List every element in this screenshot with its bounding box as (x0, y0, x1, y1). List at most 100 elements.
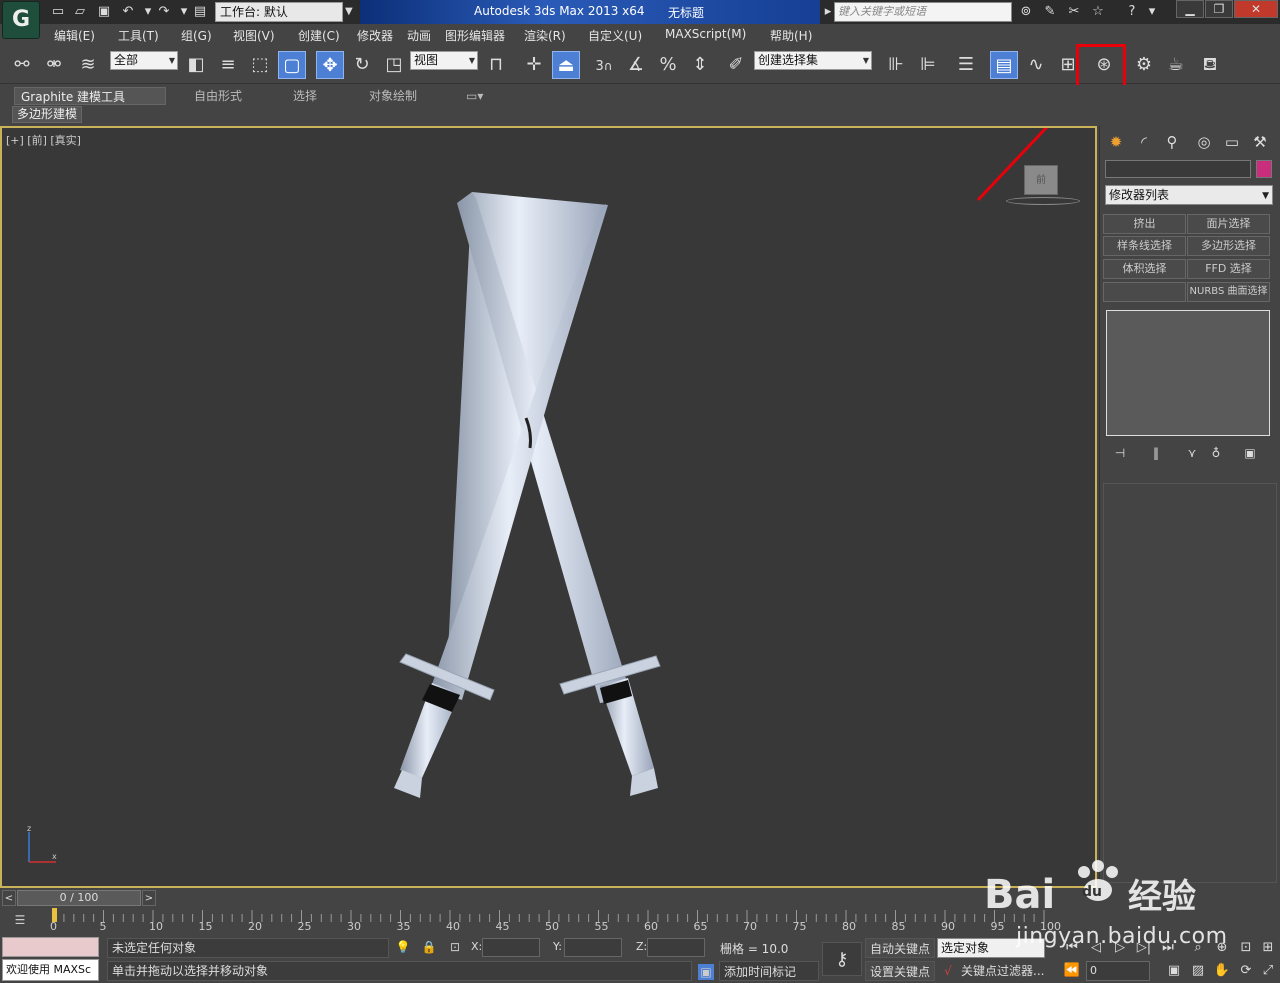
modifier-list-dropdown[interactable]: 修改器列表 (1105, 185, 1273, 205)
menu-modifiers[interactable]: 修改器 (357, 27, 393, 44)
patch-select-button[interactable]: 面片选择 (1187, 214, 1270, 234)
menu-group[interactable]: 组(G) (181, 27, 212, 44)
undo-icon[interactable]: ↶ (120, 4, 136, 20)
pivot-center-icon[interactable]: ⊓ (482, 51, 510, 79)
zoom-extents-icon[interactable]: ⊡ (1236, 938, 1256, 958)
bind-space-warp-icon[interactable]: ≋ (74, 51, 102, 79)
current-frame-input[interactable]: 0 (1086, 961, 1150, 981)
search-input[interactable]: 键入关键字或短语 (834, 2, 1012, 22)
angle-snap-icon[interactable]: ∡ (622, 51, 650, 79)
maximize-button[interactable]: ❐ (1205, 0, 1233, 18)
new-file-icon[interactable]: ▭ (50, 4, 66, 20)
auto-key-button[interactable]: 自动关键点 (865, 938, 935, 958)
spline-select-button[interactable]: 样条线选择 (1103, 236, 1186, 256)
tab-freeform[interactable]: 自由形式 (188, 87, 248, 105)
spinner-snap-icon[interactable]: ⇕ (686, 51, 714, 79)
edit-named-selection-icon[interactable]: ✐ (722, 51, 750, 79)
modify-panel-icon[interactable]: ◜ (1132, 130, 1156, 154)
front-viewport[interactable]: [+] [前] [真实] 前 z x (0, 126, 1097, 888)
time-slider-next-icon[interactable]: > (142, 890, 156, 906)
menu-maxscript[interactable]: MAXScript(M) (665, 27, 746, 41)
unlink-icon[interactable]: ⚮ (40, 51, 68, 79)
select-manipulate-icon[interactable]: ✛ (520, 51, 548, 79)
key-mode-toggle-icon[interactable]: ⏪ (1062, 961, 1082, 981)
ribbon-polygon-modeling[interactable]: 多边形建模 (12, 106, 83, 123)
select-and-link-icon[interactable]: ⚯ (8, 51, 36, 79)
pin-stack-icon[interactable]: ⊣ (1110, 444, 1130, 462)
tab-object-paint[interactable]: 对象绘制 (363, 87, 423, 105)
select-and-move-icon[interactable]: ✥ (316, 51, 344, 79)
curve-editor-icon[interactable]: ∿ (1022, 51, 1050, 79)
reference-coordinate-dropdown[interactable]: 视图 (410, 51, 478, 70)
layer-manager-icon[interactable]: ☰ (952, 51, 980, 79)
empty-modifier-button[interactable] (1103, 282, 1186, 302)
menu-customize[interactable]: 自定义(U) (588, 27, 642, 44)
orbit-icon[interactable]: ⟳ (1236, 961, 1256, 981)
redo-icon[interactable]: ↷ (156, 4, 172, 20)
menu-rendering[interactable]: 渲染(R) (524, 27, 566, 44)
help-icon[interactable]: ? (1124, 4, 1140, 20)
menu-views[interactable]: 视图(V) (233, 27, 275, 44)
undo-dropdown-icon[interactable]: ▾ (140, 4, 156, 20)
field-of-view-icon[interactable]: ▨ (1188, 961, 1208, 981)
select-and-rotate-icon[interactable]: ↻ (348, 51, 376, 79)
menu-graph-editors[interactable]: 图形编辑器 (445, 27, 505, 44)
workspace-arrow-icon[interactable]: ▼ (345, 2, 357, 22)
close-button[interactable]: ✕ (1234, 0, 1278, 18)
menu-animation[interactable]: 动画 (407, 27, 431, 44)
named-selection-dropdown[interactable]: 创建选择集 (754, 51, 872, 70)
rectangular-selection-icon[interactable]: ⬚ (246, 51, 274, 79)
modifier-stack-view[interactable] (1106, 310, 1270, 436)
hierarchy-panel-icon[interactable]: ⚲ (1160, 130, 1184, 154)
rendered-frame-window-icon[interactable]: ☕ (1162, 51, 1190, 79)
tab-graphite-modeling[interactable]: Graphite 建模工具 (14, 87, 166, 105)
display-panel-icon[interactable]: ▭ (1220, 130, 1244, 154)
select-and-scale-icon[interactable]: ◳ (380, 51, 408, 79)
window-crossing-icon[interactable]: ▢ (278, 51, 306, 79)
configure-sets-icon[interactable]: ▣ (1240, 444, 1260, 462)
maxscript-listener-mini[interactable] (2, 937, 99, 957)
nurbs-surface-select-button[interactable]: NURBS 曲面选择 (1187, 282, 1270, 302)
binoculars-icon[interactable]: ⊚ (1018, 4, 1034, 20)
time-tag-icon[interactable]: ▣ (698, 964, 714, 980)
align-icon[interactable]: ⊫ (914, 51, 942, 79)
time-slider[interactable]: 0 / 100 (17, 890, 141, 906)
minimize-button[interactable]: ▁ (1176, 0, 1204, 18)
help-dropdown-icon[interactable]: ▾ (1144, 4, 1160, 20)
poly-select-button[interactable]: 多边形选择 (1187, 236, 1270, 256)
extrude-button[interactable]: 挤出 (1103, 214, 1186, 234)
show-end-result-icon[interactable]: ‖ (1146, 444, 1166, 462)
key-filters-button[interactable]: 关键点过滤器... (937, 961, 1047, 981)
create-panel-icon[interactable]: ✹ (1104, 130, 1128, 154)
time-slider-prev-icon[interactable]: < (2, 890, 16, 906)
mini-curve-editor-icon[interactable]: ☰ (12, 912, 28, 928)
menu-help[interactable]: 帮助(H) (770, 27, 812, 44)
redo-dropdown-icon[interactable]: ▾ (176, 4, 192, 20)
subscription-icon[interactable]: ✎ (1042, 4, 1058, 20)
app-logo-icon[interactable]: G (2, 1, 40, 39)
ribbon-options-icon[interactable]: ▭▾ (460, 87, 489, 105)
select-by-name-icon[interactable]: ≡ (214, 51, 242, 79)
maxscript-welcome[interactable]: 欢迎使用 MAXSc (2, 959, 99, 981)
x-coordinate-input[interactable] (482, 938, 540, 957)
snaps-toggle-icon[interactable]: 3∩ (590, 51, 618, 79)
render-production-icon[interactable]: ⛾ (1196, 51, 1224, 79)
menu-create[interactable]: 创建(C) (298, 27, 340, 44)
graphite-toggle-icon[interactable]: ▤ (990, 51, 1018, 79)
menu-tools[interactable]: 工具(T) (118, 27, 159, 44)
project-folder-icon[interactable]: ▤ (192, 4, 208, 20)
menu-edit[interactable]: 编辑(E) (54, 27, 95, 44)
percent-snap-icon[interactable]: % (654, 51, 682, 79)
utilities-panel-icon[interactable]: ⚒ (1248, 130, 1272, 154)
isolate-selection-icon[interactable]: 💡 (395, 939, 411, 955)
set-key-icon[interactable]: ⚷ (822, 942, 862, 976)
remove-modifier-icon[interactable]: ♁ (1206, 444, 1226, 462)
communication-icon[interactable]: ✂ (1066, 4, 1082, 20)
set-key-button[interactable]: 设置关键点 (865, 961, 935, 981)
absolute-mode-icon[interactable]: ⊡ (447, 939, 463, 955)
keyboard-shortcut-override-icon[interactable]: ⏏ (552, 51, 580, 79)
make-unique-icon[interactable]: ⋎ (1182, 444, 1202, 462)
selection-filter-dropdown[interactable]: 全部 (110, 51, 178, 70)
add-time-tag-button[interactable]: 添加时间标记 (719, 961, 819, 981)
mirror-icon[interactable]: ⊪ (882, 51, 910, 79)
